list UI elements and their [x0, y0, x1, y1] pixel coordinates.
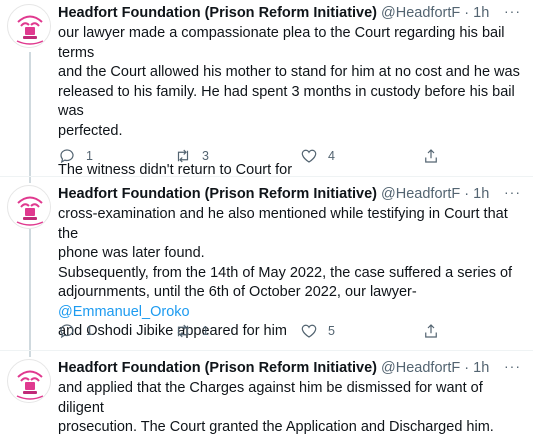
share-icon — [425, 149, 437, 163]
tweet[interactable]: Headfort Foundation (Prison Reform Initi… — [0, 0, 533, 178]
tweet-text: and applied that the Charges against him… — [58, 379, 525, 438]
like-count: 5 — [328, 324, 335, 338]
thread-connector — [29, 351, 31, 357]
avatar[interactable] — [7, 359, 51, 403]
heart-icon — [301, 324, 317, 338]
like-button[interactable]: 5 — [300, 322, 335, 340]
reply-count: 1 — [86, 149, 93, 163]
more-options-icon[interactable]: ··· — [504, 357, 521, 375]
reply-count: 1 — [86, 324, 93, 338]
share-button[interactable] — [422, 147, 440, 165]
author-name[interactable]: Headfort Foundation (Prison Reform Initi… — [58, 360, 377, 376]
reply-button[interactable]: 1 — [58, 147, 93, 165]
avatar[interactable] — [7, 4, 51, 48]
retweet-count: 3 — [202, 149, 209, 163]
retweet-count: 1 — [202, 324, 209, 338]
retweet-button[interactable]: 1 — [174, 322, 209, 340]
tweet[interactable]: Headfort Foundation (Prison Reform Initi… — [0, 351, 533, 435]
share-button[interactable] — [422, 322, 440, 340]
retweet-icon — [177, 149, 189, 163]
tweet[interactable]: Headfort Foundation (Prison Reform Initi… — [0, 177, 533, 351]
author-handle[interactable]: @HeadfortF — [381, 360, 460, 376]
separator-dot: · — [464, 360, 470, 376]
reply-icon — [60, 324, 74, 339]
avatar[interactable] — [7, 185, 51, 229]
timestamp[interactable]: 1h — [473, 360, 489, 376]
thread-connector — [29, 229, 31, 350]
foundation-logo-icon — [9, 6, 50, 47]
tweet-text-line: prosecution. The Court granted the Appli… — [58, 419, 494, 435]
share-icon — [425, 324, 437, 338]
foundation-logo-icon — [9, 361, 50, 402]
reply-button[interactable]: 1 — [58, 322, 93, 340]
tweet-text-line: and applied that the Charges against him… — [58, 380, 483, 416]
retweet-button[interactable]: 3 — [174, 147, 209, 165]
thread-connector — [29, 177, 31, 183]
heart-icon — [301, 149, 317, 163]
foundation-logo-icon — [9, 187, 50, 228]
reply-icon — [60, 149, 74, 164]
like-button[interactable]: 4 — [300, 147, 335, 165]
thread-connector — [29, 52, 31, 176]
like-count: 4 — [328, 149, 335, 163]
retweet-icon — [177, 324, 189, 338]
thread-timeline: Headfort Foundation (Prison Reform Initi… — [0, 0, 533, 435]
